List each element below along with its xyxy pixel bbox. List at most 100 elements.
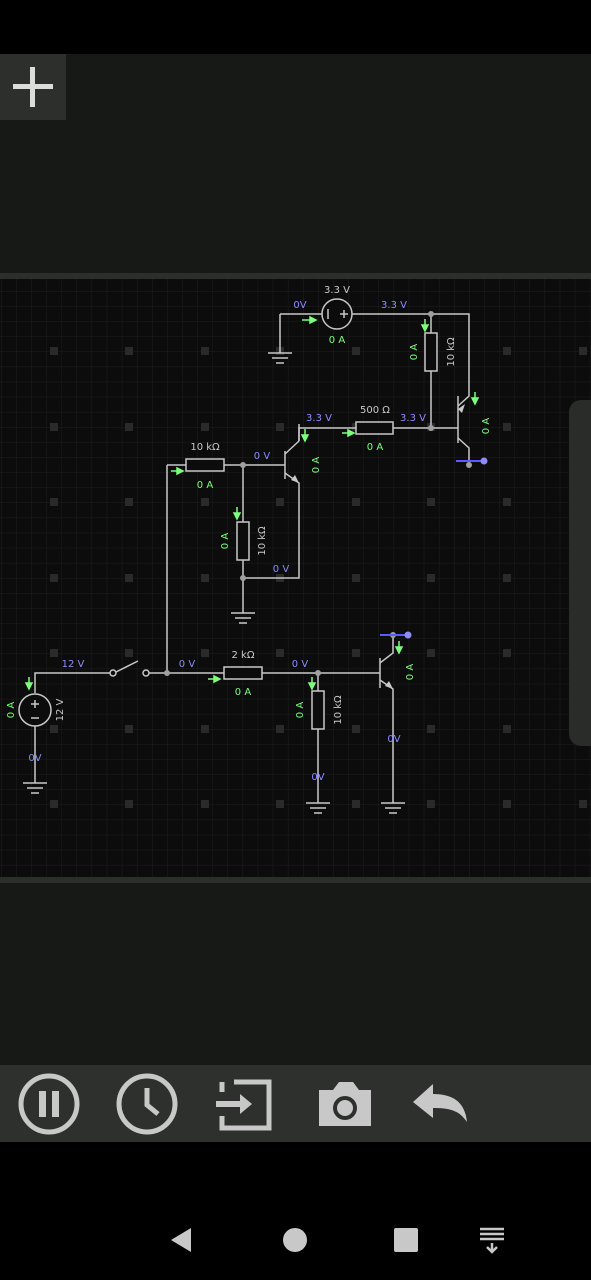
grid-dot: [201, 725, 209, 733]
grid-dot: [50, 498, 58, 506]
grid-dot: [50, 649, 58, 657]
r500-volt-right: 3.3 V: [400, 413, 426, 424]
resistor-2k[interactable]: [223, 666, 263, 680]
plus-icon: [13, 67, 53, 107]
resistor-10k-mid[interactable]: [236, 521, 250, 561]
voltage-source-12v[interactable]: [18, 693, 52, 727]
grid-dot: [276, 800, 284, 808]
resistor-10k-input[interactable]: [185, 458, 225, 472]
source-3v3-value: 3.3 V: [324, 285, 350, 296]
pause-button[interactable]: [9, 1065, 89, 1142]
grid-dot: [125, 347, 133, 355]
r2k-volt-right: 0 V: [292, 659, 309, 670]
source-3v3-volt-left: 0V: [293, 300, 306, 311]
r10k-low-value: 10 kΩ: [333, 695, 344, 725]
clock-icon: [116, 1073, 178, 1134]
q-low-volt-emitter: 0V: [387, 734, 400, 745]
grid-dot: [201, 649, 209, 657]
camera-icon: [319, 1081, 371, 1126]
grid-dot: [125, 498, 133, 506]
grid-dot: [201, 498, 209, 506]
grid-dot: [125, 649, 133, 657]
grid-dot: [352, 574, 360, 582]
import-button[interactable]: [204, 1065, 284, 1142]
grid-dot: [352, 649, 360, 657]
resistor-500[interactable]: [355, 421, 394, 435]
grid-dot: [125, 725, 133, 733]
grid-dot: [352, 800, 360, 808]
voltage-source-3v3[interactable]: [321, 298, 353, 330]
r10k-low-current: 0 A: [295, 702, 306, 719]
q-mid-volt-emitter: 0 V: [273, 564, 290, 575]
r10k-low-volt-bottom: 0V: [311, 772, 324, 783]
circle-home-icon: [283, 1228, 307, 1252]
nav-recents-button[interactable]: [376, 1210, 436, 1270]
grid-dot: [201, 800, 209, 808]
grid-dot: [276, 423, 284, 431]
r500-volt-left: 3.3 V: [306, 413, 332, 424]
grid-dot: [352, 347, 360, 355]
grid-dot: [201, 423, 209, 431]
grid-dot: [503, 498, 511, 506]
nav-back-button[interactable]: [152, 1210, 212, 1270]
system-nav-bar: [0, 1142, 591, 1280]
grid-dot: [201, 574, 209, 582]
grid-dot: [503, 574, 511, 582]
grid-dot: [503, 725, 511, 733]
square-recents-icon: [394, 1228, 418, 1252]
grid-dot: [427, 574, 435, 582]
grid-dot: [276, 725, 284, 733]
q-mid-volt-base: 0 V: [254, 451, 271, 462]
side-drawer-handle[interactable]: [569, 400, 591, 746]
q-mid-current: 0 A: [311, 457, 322, 474]
resistor-10k-top[interactable]: [424, 332, 438, 372]
r-top-value: 10 kΩ: [446, 337, 457, 367]
grid-dot: [427, 725, 435, 733]
pause-icon: [18, 1073, 80, 1134]
add-component-button[interactable]: [0, 54, 66, 120]
grid-dot: [427, 800, 435, 808]
source-3v3-volt-right: 3.3 V: [381, 300, 407, 311]
src12-volt-top: 12 V: [62, 659, 85, 670]
grid-dot: [352, 725, 360, 733]
undo-button[interactable]: [402, 1065, 482, 1142]
bottom-toolbar: [0, 1065, 591, 1142]
grid-dot: [579, 347, 587, 355]
nav-keyboard-hide-button[interactable]: [462, 1210, 522, 1270]
import-icon: [216, 1079, 272, 1130]
grid-dot: [503, 800, 511, 808]
r500-current: 0 A: [367, 442, 384, 453]
grid-dot: [201, 347, 209, 355]
undo-icon: [413, 1083, 467, 1122]
src12-current: 0 A: [6, 702, 17, 719]
nav-home-button[interactable]: [265, 1210, 325, 1270]
history-button[interactable]: [107, 1065, 187, 1142]
resistor-10k-low[interactable]: [311, 690, 325, 730]
r10k-input-value: 10 kΩ: [190, 442, 220, 453]
grid-dot: [276, 649, 284, 657]
grid-dot: [50, 800, 58, 808]
top-panel: [0, 54, 591, 273]
grid-dot: [352, 498, 360, 506]
grid-dot: [50, 423, 58, 431]
grid-dot: [50, 725, 58, 733]
circuit-canvas[interactable]: 3.3 V 0V 3.3 V 0 A 0 A 10 kΩ 0 A 500 Ω 3…: [0, 273, 591, 883]
grid-dot: [503, 347, 511, 355]
grid-dot: [427, 498, 435, 506]
src12-volt-bottom: 0V: [28, 753, 41, 764]
triangle-back-icon: [171, 1228, 191, 1252]
grid-dot: [427, 649, 435, 657]
r2k-current: 0 A: [235, 687, 252, 698]
switch-volt: 0 V: [179, 659, 196, 670]
screenshot-button[interactable]: [305, 1065, 385, 1142]
grid-dot: [503, 423, 511, 431]
grid-dot: [50, 574, 58, 582]
r2k-value: 2 kΩ: [232, 650, 255, 661]
grid-dot: [276, 498, 284, 506]
bottom-panel: [0, 883, 591, 1065]
status-bar: [0, 0, 591, 54]
r10k-mid-value: 10 kΩ: [257, 526, 268, 556]
r10k-input-current: 0 A: [197, 480, 214, 491]
grid-dot: [50, 347, 58, 355]
grid-dot: [579, 800, 587, 808]
